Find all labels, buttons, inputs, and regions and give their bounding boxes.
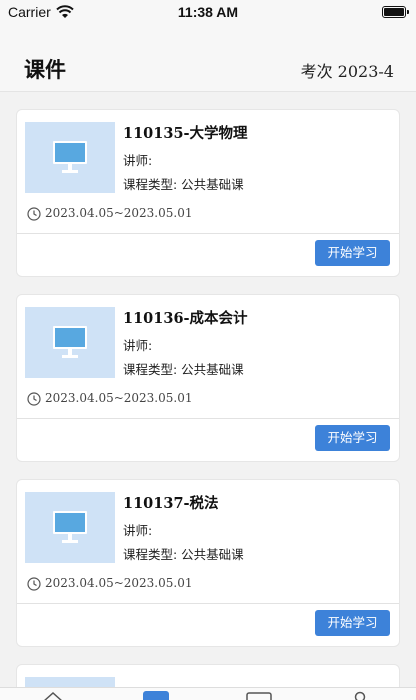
nav-header: 课件 考次 2023-4 xyxy=(0,26,416,92)
exam-period-selector[interactable]: 考次 2023-4 xyxy=(301,58,394,82)
date-range: 2023.04.05~2023.05.01 xyxy=(45,576,193,590)
courseware-tab-icon[interactable] xyxy=(143,691,169,700)
profile-tab-icon[interactable] xyxy=(352,691,368,700)
teacher-label: 讲师: xyxy=(123,338,153,353)
clock-icon xyxy=(27,207,41,221)
battery-icon xyxy=(382,6,409,18)
course-card[interactable]: 110137-税法 讲师: 课程类型: 公共基础课 2023.04.05~202… xyxy=(16,479,400,647)
course-thumbnail xyxy=(25,492,115,563)
clock-icon xyxy=(27,392,41,406)
course-title: 110135-大学物理 xyxy=(123,125,248,142)
course-card[interactable]: 110136-成本会计 讲师: 课程类型: 公共基础课 2023.04.05~2… xyxy=(16,294,400,462)
course-type: 课程类型: 公共基础课 xyxy=(123,547,244,562)
date-range: 2023.04.05~2023.05.01 xyxy=(45,391,193,405)
course-title: 110137-税法 xyxy=(123,495,219,512)
date-range: 2023.04.05~2023.05.01 xyxy=(45,206,193,220)
status-bar: Carrier 11:38 AM xyxy=(0,0,416,26)
divider xyxy=(17,603,399,604)
clock-icon xyxy=(27,577,41,591)
exam-tab-icon[interactable] xyxy=(246,691,272,700)
start-study-button[interactable]: 开始学习 xyxy=(315,240,390,266)
status-time: 11:38 AM xyxy=(177,4,239,20)
course-thumbnail xyxy=(25,122,115,193)
monitor-icon xyxy=(53,326,87,358)
teacher-label: 讲师: xyxy=(123,153,153,168)
monitor-icon xyxy=(53,141,87,173)
page-title: 课件 xyxy=(24,58,66,82)
tab-bar xyxy=(0,687,416,700)
monitor-icon xyxy=(53,511,87,543)
course-type: 课程类型: 公共基础课 xyxy=(123,362,244,377)
divider xyxy=(17,418,399,419)
course-thumbnail xyxy=(25,307,115,378)
course-card[interactable]: 110135-大学物理 讲师: 课程类型: 公共基础课 2023.04.05~2… xyxy=(16,109,400,277)
home-tab-icon[interactable] xyxy=(42,691,64,700)
course-type: 课程类型: 公共基础课 xyxy=(123,177,244,192)
start-study-button[interactable]: 开始学习 xyxy=(315,610,390,636)
divider xyxy=(17,233,399,234)
start-study-button[interactable]: 开始学习 xyxy=(315,425,390,451)
course-title: 110136-成本会计 xyxy=(123,310,248,327)
teacher-label: 讲师: xyxy=(123,523,153,538)
